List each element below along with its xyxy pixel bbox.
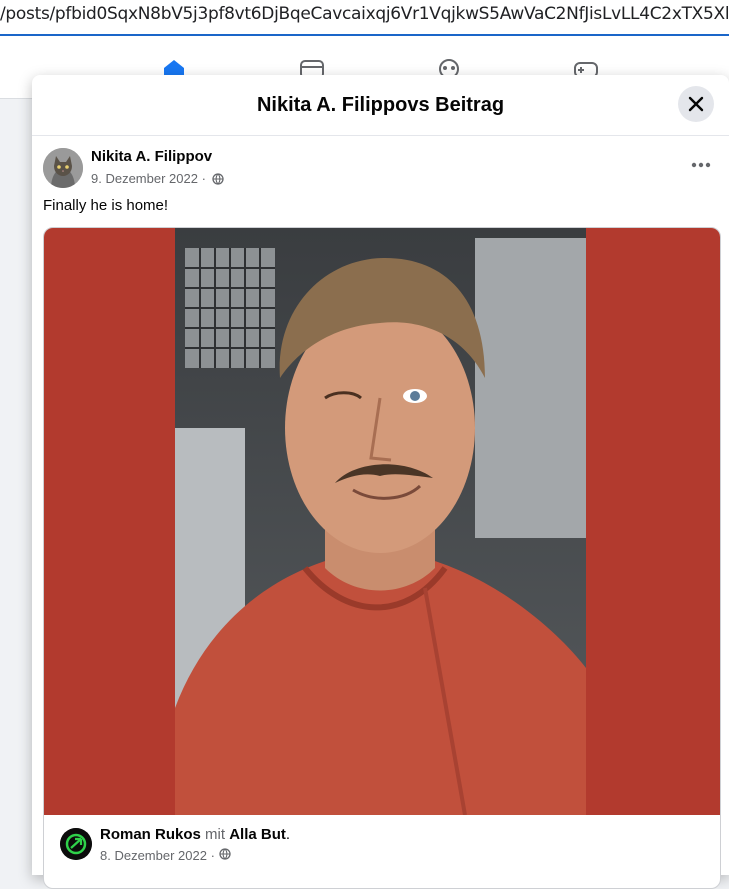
more-options-button[interactable]: [688, 155, 714, 175]
shared-post: Roman Rukos mit Alla But. 8. Dezember 20…: [43, 227, 721, 889]
post-meta: 9. Dezember 2022 ·: [91, 171, 224, 188]
author-avatar[interactable]: [43, 148, 83, 188]
with-word: mit: [205, 826, 226, 843]
dialog-header: Nikita A. Filippovs Beitrag: [32, 75, 729, 136]
post-dialog: Nikita A. Filippovs Beitrag Nikita A. Fi…: [32, 75, 729, 889]
browser-address-bar[interactable]: /posts/pfbid0SqxN8bV5j3pf8vt6DjBqeCavcai…: [0, 0, 729, 36]
close-button[interactable]: [678, 86, 714, 122]
shared-author-avatar[interactable]: [60, 828, 92, 860]
more-icon: [691, 162, 711, 168]
post-author[interactable]: Nikita A. Filippov: [91, 148, 212, 165]
shared-post-byline: Roman Rukos mit Alla But.: [100, 826, 290, 843]
meta-separator: ·: [201, 171, 206, 186]
post-date[interactable]: 9. Dezember 2022: [91, 171, 198, 186]
dialog-title: Nikita A. Filippovs Beitrag: [256, 94, 505, 116]
globe-icon: [211, 173, 224, 188]
shared-post-footer: Roman Rukos mit Alla But. 8. Dezember 20…: [44, 815, 720, 888]
tagged-suffix: .: [285, 826, 291, 843]
close-icon: [688, 96, 704, 112]
shared-post-photo[interactable]: [44, 228, 720, 815]
shared-post-author[interactable]: Roman Rukos: [100, 826, 201, 843]
post-text: Finally he is home!: [43, 197, 169, 214]
photo-image: [175, 228, 586, 815]
tagged-person[interactable]: Alla But: [229, 826, 286, 843]
url-text[interactable]: /posts/pfbid0SqxN8bV5j3pf8vt6DjBqeCavcai…: [0, 4, 729, 24]
